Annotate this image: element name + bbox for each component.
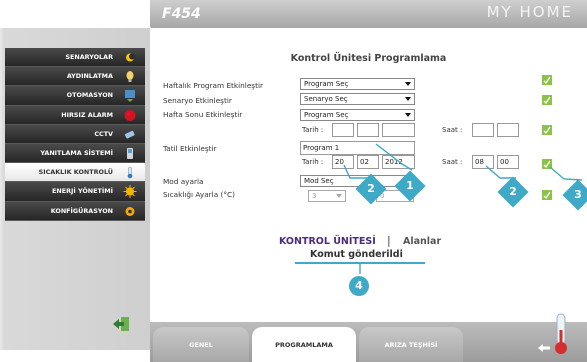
callout-4: 4: [349, 276, 369, 296]
holiday-program-input[interactable]: Program 1: [300, 141, 415, 155]
callout-2b-label: 2: [509, 185, 517, 198]
intercom-icon: [127, 147, 133, 159]
sidebar-item-senaryolar[interactable]: SENARYOLAR: [5, 48, 145, 68]
holiday-minute-input[interactable]: 00: [497, 155, 519, 169]
brand-logo: MY HOME: [486, 3, 573, 21]
sidebar-item-label: HIRSIZ ALARM: [61, 110, 113, 119]
holiday-time-label: Saat :: [442, 158, 463, 166]
tab-control-unit[interactable]: KONTROL ÜNİTESİ: [279, 236, 376, 247]
holiday-date-label: Tarih :: [302, 158, 324, 166]
device-frame: F454 MY HOME SENARYOLAR AYDINLATMA OTOMA…: [0, 0, 587, 362]
chevron-down-icon: [405, 82, 411, 86]
confirm-icon[interactable]: [541, 189, 553, 201]
sidebar-item-hirsiz-alarm[interactable]: HIRSIZ ALARM: [5, 105, 145, 125]
sidebar-item-label: YANITLAMA SİSTEMİ: [40, 148, 113, 157]
chevron-down-icon: [405, 97, 411, 101]
sidebar-item-cctv[interactable]: CCTV: [5, 124, 145, 144]
back-arrow-icon[interactable]: [537, 343, 551, 353]
sidebar-item-label: CCTV: [94, 129, 113, 138]
page-title: Kontrol Ünitesi Programlama: [290, 53, 447, 64]
sidebar-item-label: SENARYOLAR: [65, 53, 113, 61]
weekly-program-select[interactable]: Program Seç: [300, 78, 415, 90]
temperature-whole-value: 3: [312, 192, 317, 200]
sidebar-item-label: KONFİGÜRASYON: [50, 206, 113, 215]
thermometer-icon: [127, 166, 133, 179]
sidebar-menu: SENARYOLAR AYDINLATMA OTOMASYON HIRSIZ A…: [5, 48, 145, 221]
header-bar: F454 MY HOME: [150, 0, 587, 28]
weekend-year-input[interactable]: [382, 123, 415, 137]
device-model: F454: [162, 6, 201, 22]
temperature-whole-select[interactable]: 3: [308, 190, 346, 202]
shutter-icon: [125, 90, 135, 103]
sidebar-item-label: SICAKLIK KONTROLÜ: [38, 168, 113, 177]
holiday-day-input[interactable]: 20: [332, 155, 354, 169]
camera-icon: [124, 130, 135, 139]
tab-general[interactable]: GENEL: [153, 327, 249, 362]
holiday-year-input[interactable]: 2012: [382, 155, 415, 169]
weekend-time-label: Saat :: [442, 126, 463, 134]
callout-2a-label: 2: [367, 182, 375, 195]
sidebar: SENARYOLAR AYDINLATMA OTOMASYON HIRSIZ A…: [0, 28, 150, 350]
holiday-month-input[interactable]: 02: [357, 155, 379, 169]
callout-underline: [295, 262, 425, 264]
alarm-icon: [124, 109, 136, 121]
chevron-down-icon: [405, 113, 411, 117]
sidebar-item-otomasyon[interactable]: OTOMASYON: [5, 86, 145, 106]
holiday-year-value: 2012: [385, 158, 403, 166]
holiday-month-value: 02: [360, 158, 369, 166]
status-message: Komut gönderildi: [310, 249, 403, 260]
sidebar-item-label: ENERJİ YÖNETİMİ: [51, 187, 113, 196]
sun-moon-icon: [126, 53, 135, 62]
weekend-select[interactable]: Program Seç: [300, 109, 415, 121]
mode-value: Mod Seç: [304, 177, 334, 185]
scenario-select[interactable]: Senaryo Seç: [300, 93, 415, 105]
tab-programming[interactable]: PROGRAMLAMA: [252, 327, 356, 362]
energy-icon: [123, 185, 137, 199]
sidebar-item-enerji-yonetimi[interactable]: ENERJİ YÖNETİMİ: [5, 182, 145, 202]
callout-1-label: 1: [406, 179, 414, 192]
gear-icon: [125, 206, 135, 216]
tab-fault-diagnosis[interactable]: ARIZA TEŞHİSİ: [359, 327, 463, 362]
holiday-hour-value: 08: [475, 158, 484, 166]
scenario-label: Senaryo Etkinleştir: [163, 96, 232, 105]
confirm-icon[interactable]: [541, 74, 553, 86]
main-panel: Kontrol Ünitesi Programlama Haftalık Pro…: [150, 28, 587, 322]
weekend-minute-input[interactable]: [497, 123, 519, 137]
chevron-down-icon: [336, 194, 342, 198]
holiday-program-value: Program 1: [303, 144, 340, 152]
sidebar-item-sicaklik-kontrolu[interactable]: SICAKLIK KONTROLÜ: [5, 163, 145, 183]
thermometer-icon: [555, 313, 567, 354]
weekend-label: Hafta Sonu Etkinleştir: [163, 110, 243, 119]
confirm-icon[interactable]: [541, 94, 553, 106]
temperature-label: Sıcaklığı Ayarla (°C): [163, 190, 235, 199]
holiday-hour-input[interactable]: 08: [472, 155, 494, 169]
sidebar-item-label: AYDINLATMA: [66, 72, 113, 81]
confirm-icon[interactable]: [541, 124, 553, 136]
confirm-icon[interactable]: [541, 158, 553, 170]
sidebar-item-yanitlama-sistemi[interactable]: YANITLAMA SİSTEMİ: [5, 143, 145, 164]
weekly-program-label: Haftalık Program Etkinleştir: [163, 81, 263, 90]
mode-label: Mod ayarla: [163, 177, 204, 186]
weekend-day-input[interactable]: [332, 123, 354, 137]
sidebar-item-konfigurasyon[interactable]: KONFİGÜRASYON: [5, 201, 145, 221]
sidebar-item-aydinlatma[interactable]: AYDINLATMA: [5, 67, 145, 87]
weekend-date-label: Tarih :: [302, 126, 324, 134]
tab-separator: |: [387, 234, 391, 247]
tab-areas[interactable]: Alanlar: [403, 236, 441, 247]
holiday-day-value: 20: [335, 158, 344, 166]
holiday-minute-value: 00: [500, 158, 509, 166]
weekend-month-input[interactable]: [357, 123, 379, 137]
weekend-value: Program Seç: [304, 111, 349, 119]
holiday-label: Tatil Etkinleştir: [163, 144, 217, 153]
weekly-program-value: Program Seç: [304, 80, 349, 88]
scenario-value: Senaryo Seç: [304, 95, 348, 103]
sidebar-item-label: OTOMASYON: [66, 91, 113, 100]
exit-icon[interactable]: [110, 315, 132, 333]
callout-3-label: 3: [574, 188, 582, 201]
weekend-hour-input[interactable]: [472, 123, 494, 137]
bulb-icon: [126, 71, 134, 83]
